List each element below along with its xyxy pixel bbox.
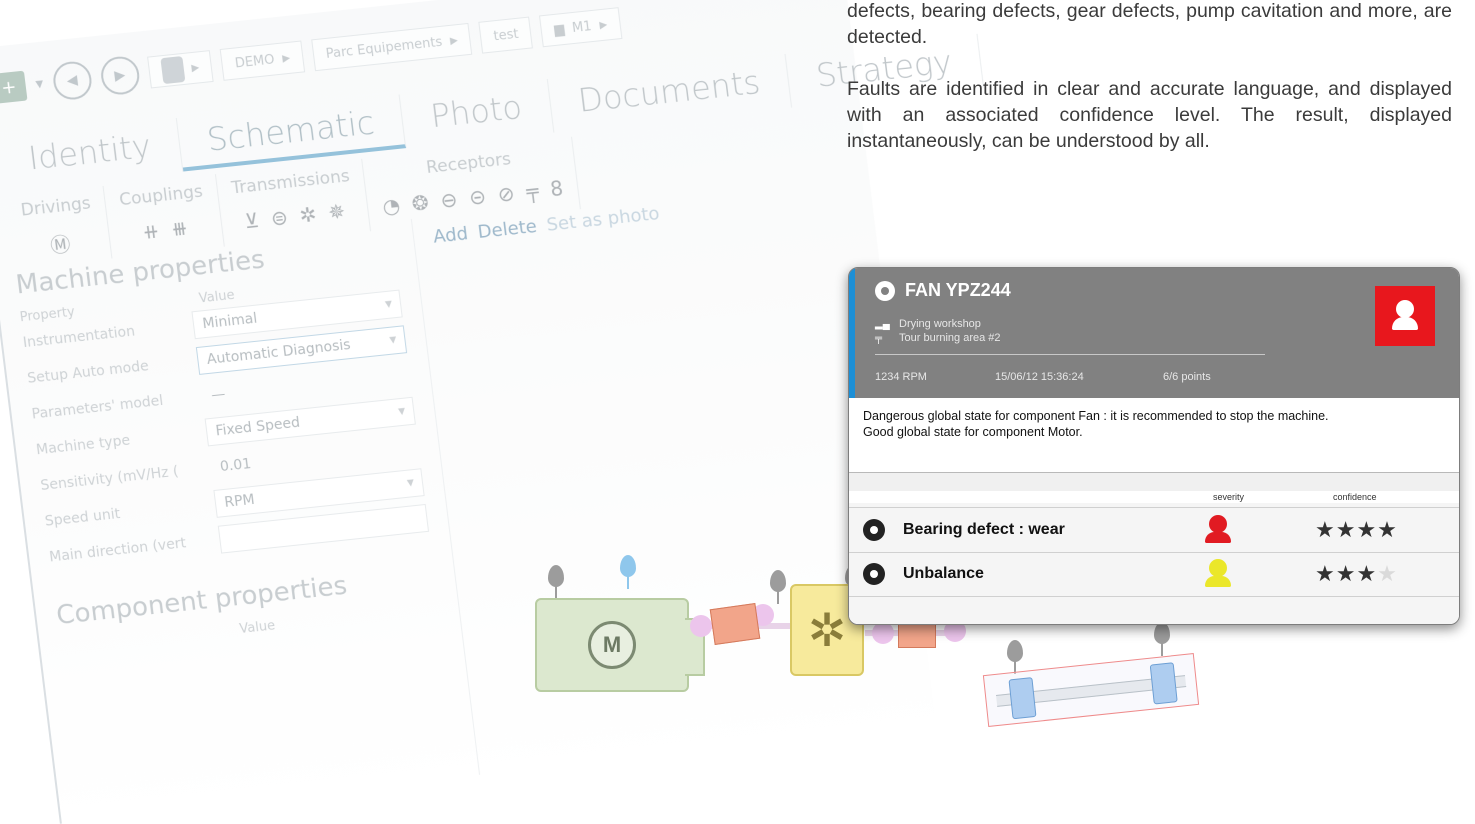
- software-body: + ▼ ◀ ▶ ▶ DEMO ▶ Parc Equipements ▶ test ▆…: [0, 0, 985, 824]
- measurement-point-pin[interactable]: [1007, 640, 1023, 674]
- toolbox-icon[interactable]: +: [0, 70, 28, 104]
- severity-column-header: severity: [1213, 492, 1245, 502]
- danger-status-icon: [1375, 286, 1435, 346]
- measurement-point-pin[interactable]: [548, 565, 564, 599]
- tab-documents[interactable]: Documents: [547, 53, 793, 133]
- database-crumb[interactable]: ▶: [146, 50, 215, 89]
- area-icon: ╤: [875, 332, 883, 344]
- fan-icon[interactable]: ❂: [410, 190, 430, 216]
- card-header: FAN YPZ244 ▂▄ Drying workshop ╤ Tour bur…: [849, 268, 1459, 398]
- fault-table-header: [849, 472, 1459, 491]
- bearing-icon: [863, 519, 885, 541]
- back-icon[interactable]: ◀: [50, 59, 94, 102]
- software-window: + ▼ ◀ ▶ ▶ DEMO ▶ Parc Equipements ▶ test ▆…: [0, 0, 985, 824]
- compressor-icon[interactable]: ⊖: [439, 187, 459, 213]
- breadcrumb-item[interactable]: DEMO ▶: [220, 40, 305, 81]
- coupling-icon[interactable]: ⧻: [170, 215, 190, 241]
- fault-label: Unbalance: [903, 565, 984, 582]
- pump-icon[interactable]: ◔: [381, 193, 401, 219]
- gear-icon: ✲: [807, 604, 847, 656]
- chevron-down-icon: ▼: [384, 299, 393, 311]
- add-button[interactable]: Add: [432, 223, 469, 247]
- properties-panel: Machine properties Property Value Instru…: [0, 218, 481, 819]
- chevron-down-icon[interactable]: ▼: [35, 78, 44, 90]
- machine-area: Tour burning area #2: [899, 332, 1001, 344]
- measurement-point-pin[interactable]: [1154, 622, 1170, 656]
- points-count: 6/6 points: [1163, 371, 1211, 383]
- belt-icon[interactable]: ⊻: [243, 208, 260, 233]
- confidence-stars: ★★★★: [1315, 517, 1398, 542]
- severity-yellow-icon: [1201, 559, 1235, 589]
- accent-strip: [849, 268, 855, 398]
- generator-icon[interactable]: ⊘: [496, 181, 516, 207]
- divider: [875, 354, 1265, 355]
- machine-location: Drying workshop: [899, 318, 981, 330]
- fault-row[interactable]: Bearing defect : wear ★★★★: [849, 507, 1459, 553]
- roller-bearing[interactable]: [1149, 662, 1178, 705]
- chevron-down-icon: ▼: [388, 335, 398, 346]
- motor-component[interactable]: M: [535, 598, 705, 692]
- bearing-point[interactable]: [872, 622, 894, 644]
- unbalance-icon: [863, 563, 885, 585]
- pulley-icon[interactable]: ⊜: [270, 205, 290, 231]
- chart-icon: ▆: [553, 21, 566, 38]
- measurement-stats: 1234 RPM 15/06/12 15:36:24 6/6 points: [875, 371, 1211, 383]
- confidence-column-header: confidence: [1333, 492, 1377, 502]
- coupling-component[interactable]: [709, 602, 761, 646]
- measurement-point-pin[interactable]: [620, 555, 636, 589]
- diagnosis-card: FAN YPZ244 ▂▄ Drying workshop ╤ Tour bur…: [848, 267, 1460, 625]
- breadcrumb-item[interactable]: test: [478, 16, 534, 54]
- rpm-value: 1234 RPM: [875, 371, 927, 383]
- breadcrumb-item[interactable]: ▆ M1 ▶: [539, 7, 623, 48]
- diagnosis-message: Dangerous global state for component Fan…: [863, 409, 1329, 439]
- motor-icon: M: [588, 621, 636, 669]
- coupling-icon[interactable]: ⧺: [141, 218, 161, 244]
- measurement-point-pin[interactable]: [770, 570, 786, 604]
- measurement-datetime: 15/06/12 15:36:24: [995, 371, 1084, 383]
- spindle-icon[interactable]: 8: [549, 176, 565, 201]
- description-paragraph: defects, bearing defects, gear defects, …: [847, 0, 1452, 48]
- turbine-icon[interactable]: ⊝: [468, 184, 488, 210]
- tab-photo[interactable]: Photo: [399, 78, 554, 149]
- confidence-stars: ★★★★: [1315, 561, 1398, 586]
- bearing-point[interactable]: [690, 615, 712, 637]
- gear-icon[interactable]: ✲: [298, 202, 318, 228]
- fault-row[interactable]: Unbalance ★★★★: [849, 552, 1459, 597]
- database-icon: [160, 56, 186, 85]
- workshop-icon: ▂▄: [875, 318, 890, 330]
- chevron-down-icon: ▼: [397, 406, 406, 418]
- breadcrumb-item[interactable]: Parc Equipements ▶: [311, 22, 473, 72]
- fault-label: Bearing defect : wear: [903, 521, 1065, 538]
- delete-button[interactable]: Delete: [477, 216, 538, 243]
- machine-title: FAN YPZ244: [905, 280, 1011, 300]
- roller-bearing[interactable]: [1008, 677, 1037, 720]
- gearbox-icon[interactable]: ✵: [327, 199, 347, 225]
- severity-red-icon: [1201, 515, 1235, 545]
- fan-icon: [875, 280, 895, 301]
- roller-icon[interactable]: ╤: [525, 179, 540, 204]
- forward-icon[interactable]: ▶: [98, 54, 142, 97]
- description-paragraph: Faults are identified in clear and accur…: [847, 78, 1452, 152]
- chevron-down-icon: ▼: [406, 478, 415, 489]
